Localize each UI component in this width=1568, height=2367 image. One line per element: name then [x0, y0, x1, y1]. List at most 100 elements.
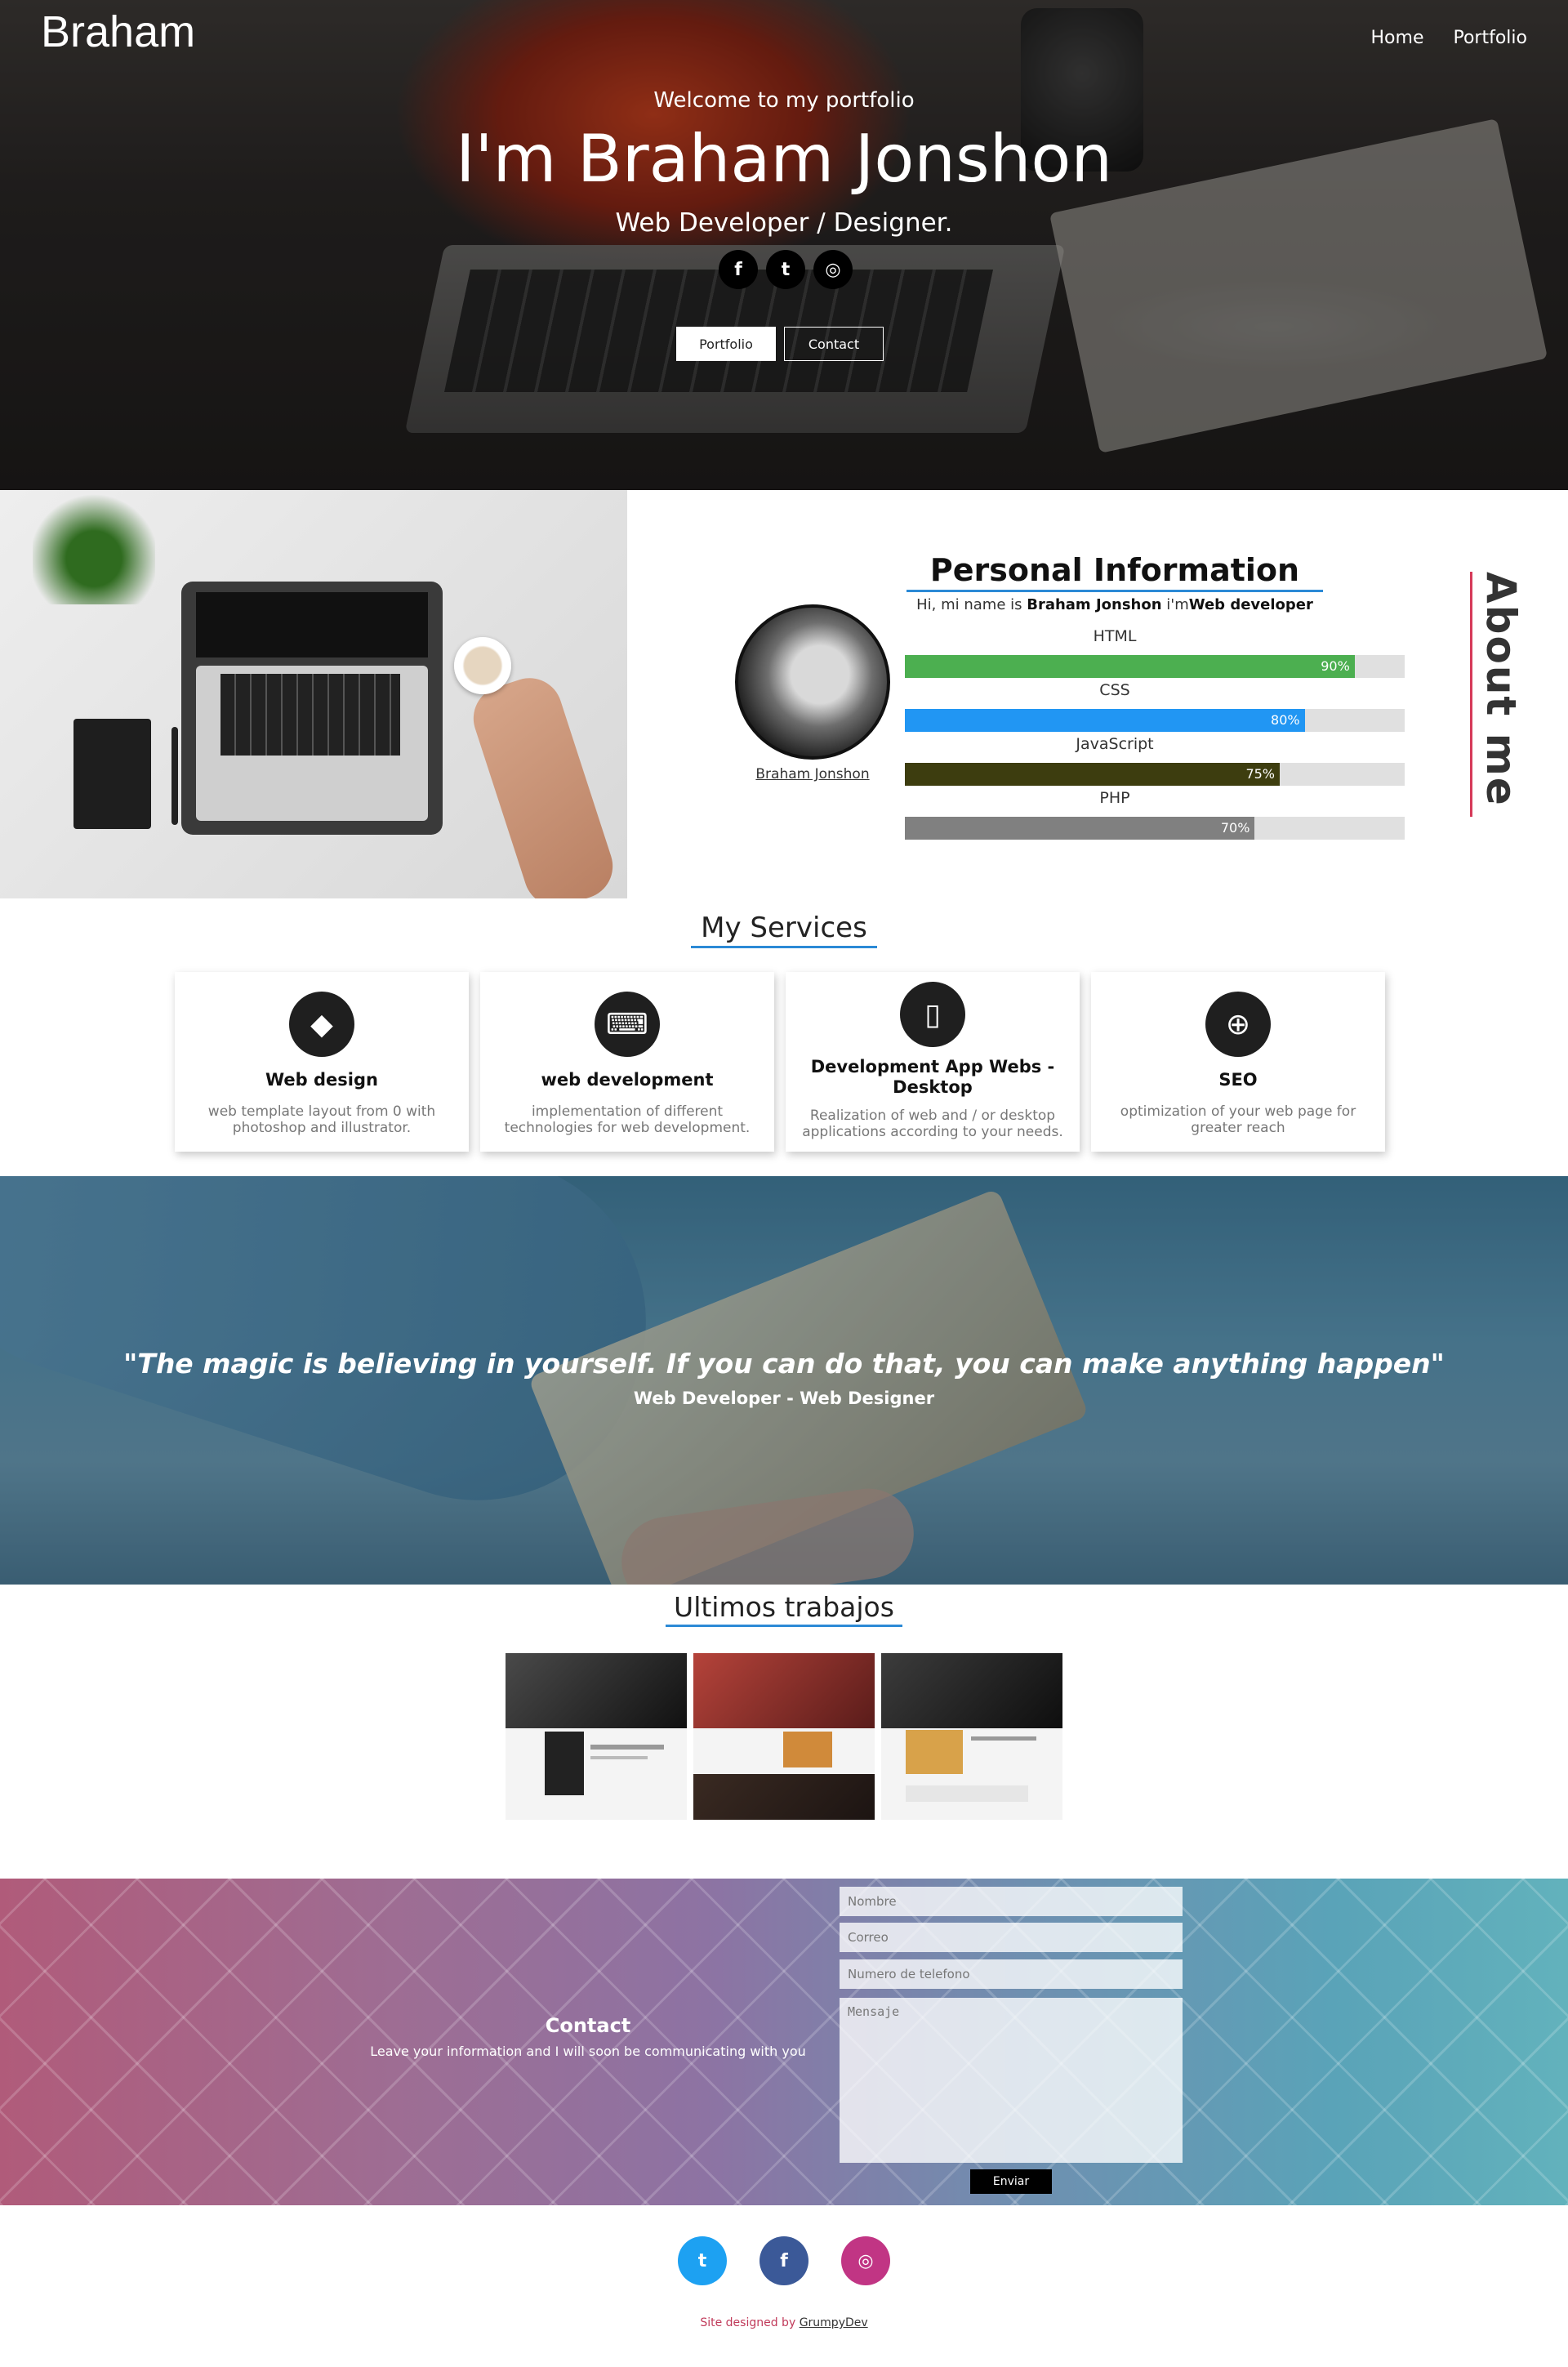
service-desc: Realization of web and / or desktop appl… [802, 1108, 1063, 1140]
skill-fill-css: 80% [905, 709, 1305, 732]
facebook-icon[interactable]: f [719, 250, 758, 289]
work-2-image [783, 1732, 832, 1767]
work-2-header [693, 1653, 875, 1728]
work-thumbnail-2[interactable] [693, 1653, 875, 1820]
skill-fill-html: 90% [905, 655, 1355, 678]
service-card-web-development: ⌨ web development implementation of diff… [480, 972, 774, 1152]
service-title: SEO [1218, 1070, 1258, 1090]
service-title: Web design [265, 1070, 378, 1090]
about-me-label: About me [1477, 572, 1525, 807]
quote-subtitle: Web Developer - Web Designer [633, 1389, 935, 1408]
service-desc: optimization of your web page for greate… [1120, 1103, 1356, 1136]
quote-section: "The magic is believing in yourself. If … [0, 1176, 1568, 1585]
name-input[interactable] [840, 1887, 1183, 1916]
work-1-text-line [590, 1756, 648, 1759]
work-2-footer-image [693, 1774, 875, 1820]
twitter-icon[interactable]: t [766, 250, 805, 289]
nav-portfolio-link[interactable]: Portfolio [1453, 28, 1527, 48]
avatar-caption-link[interactable]: Braham Jonshon [735, 766, 890, 782]
works-title: Ultimos trabajos [0, 1591, 1568, 1627]
skill-bar-javascript: 75% [905, 763, 1405, 786]
instagram-icon[interactable]: ◎ [813, 250, 853, 289]
work-3-body [881, 1728, 1062, 1820]
nav-home-link[interactable]: Home [1371, 28, 1424, 48]
work-1-body [506, 1728, 687, 1820]
skill-label-php: PHP [1099, 789, 1130, 807]
code-monitor-icon: ⌨ [595, 992, 660, 1057]
send-button[interactable]: Enviar [970, 2169, 1052, 2194]
facebook-icon[interactable]: f [760, 2236, 808, 2285]
contact-subtitle: Leave your information and I will soon b… [370, 2044, 806, 2059]
work-3-image [906, 1730, 963, 1774]
search-plus-icon: ⊕ [1205, 992, 1271, 1057]
contact-button[interactable]: Contact [784, 327, 884, 361]
skill-label-css: CSS [1099, 681, 1130, 699]
arm-image [465, 669, 621, 898]
skill-bar-html: 90% [905, 655, 1405, 678]
service-card-app-development: ▯ Development App Webs - Desktop Realiza… [786, 972, 1080, 1152]
footer-credit: Site designed by GrumpyDev [0, 2316, 1568, 2329]
service-card-seo: ⊕ SEO optimization of your web page for … [1091, 972, 1385, 1152]
hero-overlay [0, 0, 1568, 490]
work-3-cards [906, 1785, 1028, 1802]
contact-section: Contact Leave your information and I wil… [0, 1879, 1568, 2205]
phone-input[interactable] [840, 1959, 1183, 1989]
coffee-cup-image [454, 637, 511, 694]
personal-info-intro: Hi, mi name is Braham Jonshon i'mWeb dev… [906, 596, 1323, 613]
intro-role: Web developer [1188, 596, 1313, 613]
main-nav: Home Portfolio [1371, 28, 1527, 48]
quote-text: "The magic is believing in yourself. If … [123, 1348, 1445, 1380]
credit-prefix: Site designed by [700, 2316, 800, 2329]
message-textarea[interactable] [840, 1998, 1183, 2163]
work-1-portrait [545, 1732, 584, 1795]
skill-bar-php: 70% [905, 817, 1405, 840]
personal-info-title: Personal Information [906, 552, 1323, 592]
service-title: web development [541, 1070, 714, 1090]
works-title-text: Ultimos trabajos [666, 1591, 902, 1627]
hero-social-links: f t ◎ [719, 250, 853, 289]
hero-title: I'm Braham Jonshon [455, 121, 1113, 197]
skill-bar-css: 80% [905, 709, 1405, 732]
hero-section: Braham Home Portfolio Welcome to my port… [0, 0, 1568, 490]
hero-buttons: Portfolio Contact [676, 327, 884, 361]
work-3-header [881, 1653, 1062, 1728]
work-thumbnail-3[interactable] [881, 1653, 1062, 1820]
work-3-text-line [971, 1736, 1036, 1741]
service-card-web-design: ◆ Web design web template layout from 0 … [175, 972, 469, 1152]
service-title: Development App Webs - Desktop [810, 1057, 1055, 1097]
skill-fill-javascript: 75% [905, 763, 1280, 786]
skill-label-javascript: JavaScript [1076, 735, 1154, 753]
work-1-header [506, 1653, 687, 1728]
mobile-icon: ▯ [900, 982, 965, 1047]
twitter-icon[interactable]: t [678, 2236, 727, 2285]
laptop-screen [196, 592, 428, 658]
skill-label-html: HTML [1093, 627, 1137, 645]
service-desc: web template layout from 0 with photosho… [207, 1103, 436, 1136]
pen-image [172, 727, 178, 825]
avatar [735, 604, 890, 760]
portfolio-button[interactable]: Portfolio [676, 327, 776, 361]
plant-image [33, 490, 155, 604]
intro-mid: i'm [1161, 596, 1189, 613]
service-desc: implementation of different technologies… [504, 1103, 751, 1136]
brand-logo[interactable]: Braham [41, 7, 195, 57]
about-workspace-image [0, 490, 627, 898]
work-thumbnail-1[interactable] [506, 1653, 687, 1820]
services-title-text: My Services [691, 912, 877, 948]
hero-welcome: Welcome to my portfolio [653, 88, 915, 113]
services-title: My Services [0, 912, 1568, 948]
about-me-vertical-heading: About me [1470, 572, 1535, 817]
intro-name: Braham Jonshon [1027, 596, 1162, 613]
notebook-image [74, 719, 151, 829]
laptop-keys [220, 674, 400, 756]
skill-fill-php: 70% [905, 817, 1255, 840]
instagram-icon[interactable]: ◎ [841, 2236, 890, 2285]
contact-title: Contact [545, 2014, 631, 2037]
hero-subtitle: Web Developer / Designer. [615, 208, 953, 238]
credit-link[interactable]: GrumpyDev [800, 2316, 868, 2329]
work-2-body [693, 1728, 875, 1820]
diamond-icon: ◆ [289, 992, 354, 1057]
work-1-text-line [590, 1745, 664, 1750]
quote-overlay [0, 1176, 1568, 1585]
email-input[interactable] [840, 1923, 1183, 1952]
